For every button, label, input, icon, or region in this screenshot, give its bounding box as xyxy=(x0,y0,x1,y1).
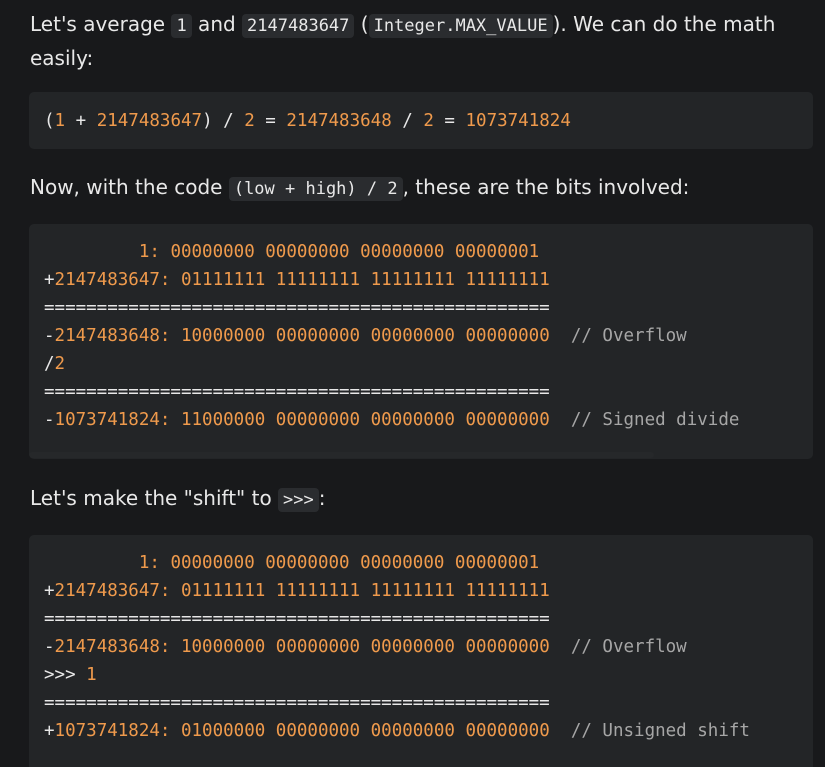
code-token: : xyxy=(159,270,181,290)
code-token: : xyxy=(149,242,171,262)
code-comment: // Overflow xyxy=(549,326,687,346)
code-token: ) / xyxy=(202,111,245,131)
text: ( xyxy=(354,12,369,36)
code-token: + xyxy=(44,721,55,741)
code-token: - xyxy=(44,410,55,430)
answer-body: Let's average 1 and 2147483647 (Integer.… xyxy=(0,0,825,767)
code-bits: 01000000 00000000 00000000 00000000 xyxy=(180,721,550,741)
code-block-unsigned-shift-bits[interactable]: 1: 00000000 00000000 00000000 00000001 +… xyxy=(29,535,813,767)
code-number: 2 xyxy=(54,354,66,374)
code-token: = xyxy=(433,111,466,131)
paragraph-bits-intro: Now, with the code (low + high) / 2, the… xyxy=(30,171,810,205)
inline-code-max: 2147483647 xyxy=(242,14,355,38)
code-number: 2147483647 xyxy=(54,581,160,601)
code-comment: // Overflow xyxy=(549,637,687,657)
code-number: 2 xyxy=(244,111,255,131)
code-number: 1073741824 xyxy=(54,721,160,741)
code-bits: 10000000 00000000 00000000 00000000 xyxy=(180,326,550,346)
scrollbar-thumb[interactable] xyxy=(29,452,654,458)
code-number: 2147483648 xyxy=(54,637,160,657)
inline-code-unsigned-shift: >>> xyxy=(278,488,319,512)
code-token: : xyxy=(159,721,181,741)
horizontal-scrollbar[interactable] xyxy=(29,451,813,459)
text: Let's make the "shift" to xyxy=(30,486,279,510)
text: Now, with the code xyxy=(30,175,229,199)
code-token: / xyxy=(44,354,55,374)
code-token: : xyxy=(149,553,171,573)
code-token: : xyxy=(159,326,181,346)
code-token: - xyxy=(44,326,55,346)
code-bits: 10000000 00000000 00000000 00000000 xyxy=(180,637,550,657)
code-number: 2147483647 xyxy=(96,111,203,131)
code-block-signed-bits[interactable]: 1: 00000000 00000000 00000000 00000001 +… xyxy=(29,224,813,459)
inline-code-low-high: (low + high) / 2 xyxy=(228,177,403,201)
code-token: : xyxy=(159,637,181,657)
code-token: + xyxy=(65,111,97,131)
code-bits: 01111111 11111111 11111111 11111111 xyxy=(180,581,550,601)
code-separator: ========================================… xyxy=(44,382,550,402)
text: and xyxy=(191,12,243,36)
code-token: + xyxy=(44,581,55,601)
code-number: 2147483648 xyxy=(54,326,160,346)
code-bits: 11000000 00000000 00000000 00000000 xyxy=(180,410,550,430)
code-bits: 00000000 00000000 00000000 00000001 xyxy=(170,553,540,573)
code-number: 1 xyxy=(86,665,97,685)
code-line: (1 + 2147483647) / 2 = 2147483648 / 2 = … xyxy=(29,92,813,135)
code-separator: ========================================… xyxy=(44,609,550,629)
code-number: 2147483648 xyxy=(286,111,392,131)
code-number: 1 xyxy=(54,111,66,131)
inline-code-integer-max-value: Integer.MAX_VALUE xyxy=(368,14,553,38)
code-bits: 01111111 11111111 11111111 11111111 xyxy=(180,270,550,290)
code-separator: ========================================… xyxy=(44,693,550,713)
inline-code-one: 1 xyxy=(171,14,192,38)
code-number: 1 xyxy=(138,553,150,573)
code-token: - xyxy=(44,637,55,657)
code-content: 1: 00000000 00000000 00000000 00000001 +… xyxy=(29,224,813,434)
code-number: 1073741824 xyxy=(465,111,571,131)
text: ). We can do the math xyxy=(552,12,776,36)
text: Let's average xyxy=(30,12,172,36)
code-separator: ========================================… xyxy=(44,298,550,318)
code-number: 2147483647 xyxy=(54,270,160,290)
code-token: >>> xyxy=(44,665,87,685)
code-token: / xyxy=(391,111,424,131)
code-token: : xyxy=(159,410,181,430)
code-number: 1073741824 xyxy=(54,410,160,430)
text: easily: xyxy=(30,46,94,70)
code-comment: // Unsigned shift xyxy=(549,721,750,741)
code-bits: 00000000 00000000 00000000 00000001 xyxy=(170,242,540,262)
code-content: 1: 00000000 00000000 00000000 00000001 +… xyxy=(29,535,813,745)
code-number: 1 xyxy=(138,242,150,262)
code-comment: // Signed divide xyxy=(549,410,740,430)
code-token: : xyxy=(159,581,181,601)
paragraph-average-intro: Let's average 1 and 2147483647 (Integer.… xyxy=(30,8,810,74)
code-token: + xyxy=(44,270,55,290)
code-number: 2 xyxy=(423,111,434,131)
paragraph-shift-intro: Let's make the "shift" to >>>: xyxy=(30,482,810,516)
code-token: ( xyxy=(44,111,55,131)
code-token: = xyxy=(254,111,287,131)
text: , these are the bits involved: xyxy=(402,175,690,199)
text: : xyxy=(318,486,326,510)
code-block-math: (1 + 2147483647) / 2 = 2147483648 / 2 = … xyxy=(29,92,813,149)
